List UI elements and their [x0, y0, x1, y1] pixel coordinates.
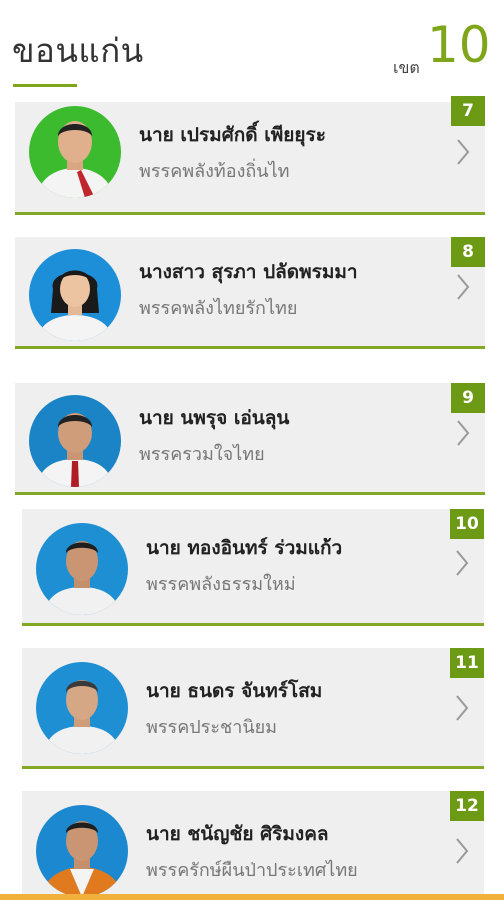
chevron-right-icon[interactable] [453, 271, 473, 303]
candidate-card[interactable]: นางสาว สุรภา ปลัดพรมมา พรรคพลังไทยรักไทย… [15, 237, 485, 349]
province-title: ขอนแก่น [12, 31, 144, 70]
candidate-card[interactable]: นาย เปรมศักดิ์ เพียยุระ พรรคพลังท้องถิ่น… [15, 96, 485, 215]
page-header: ขอนแก่น เขต 10 [0, 0, 504, 96]
candidate-number-badge: 10 [450, 509, 484, 539]
candidate-photo [29, 106, 121, 198]
district-number: 10 [427, 16, 491, 74]
bottom-bar [0, 894, 504, 900]
candidate-photo [36, 523, 128, 615]
chevron-right-icon[interactable] [452, 835, 472, 867]
candidate-party: พรรคประชานิยม [146, 717, 278, 738]
candidate-name: นาย นพรุจ เอ่นลุน [139, 407, 290, 429]
candidate-party: พรรครักษ์ผืนป่าประเทศไทย [146, 860, 358, 881]
candidate-name: นาย เปรมศักดิ์ เพียยุระ [139, 124, 326, 146]
candidate-name: นาย ชนัญชัย ศิริมงคล [146, 823, 329, 845]
candidate-name: นาย ทองอินทร์ ร่วมแก้ว [146, 537, 343, 559]
candidate-number-badge: 9 [451, 383, 485, 413]
candidate-party: พรรคพลังท้องถิ่นไท [139, 161, 290, 182]
district-label: เขต [393, 58, 420, 77]
candidate-card[interactable]: นาย นพรุจ เอ่นลุน พรรครวมใจไทย 9 [15, 383, 485, 495]
candidate-number-badge: 8 [451, 237, 485, 267]
candidate-card[interactable]: นาย ธนดร จันทร์โสม พรรคประชานิยม 11 [22, 648, 484, 769]
candidate-photo [29, 249, 121, 341]
candidate-number-badge: 12 [450, 791, 484, 821]
header-underline [13, 84, 77, 87]
candidate-party: พรรครวมใจไทย [139, 444, 265, 465]
candidate-name: นาย ธนดร จันทร์โสม [146, 680, 323, 702]
candidate-party: พรรคพลังไทยรักไทย [139, 298, 298, 319]
candidate-number-badge: 11 [450, 648, 484, 678]
candidate-photo [29, 395, 121, 487]
candidate-card[interactable]: นาย ชนัญชัย ศิริมงคล พรรครักษ์ผืนป่าประเ… [22, 791, 484, 897]
candidate-party: พรรคพลังธรรมใหม่ [146, 574, 296, 595]
candidate-card[interactable]: นาย ทองอินทร์ ร่วมแก้ว พรรคพลังธรรมใหม่ … [22, 509, 484, 626]
candidate-number-badge: 7 [451, 96, 485, 126]
candidate-name: นางสาว สุรภา ปลัดพรมมา [139, 261, 358, 283]
chevron-right-icon[interactable] [452, 547, 472, 579]
candidate-photo [36, 805, 128, 897]
chevron-right-icon[interactable] [453, 136, 473, 168]
candidate-photo [36, 662, 128, 754]
chevron-right-icon[interactable] [453, 417, 473, 449]
chevron-right-icon[interactable] [452, 692, 472, 724]
